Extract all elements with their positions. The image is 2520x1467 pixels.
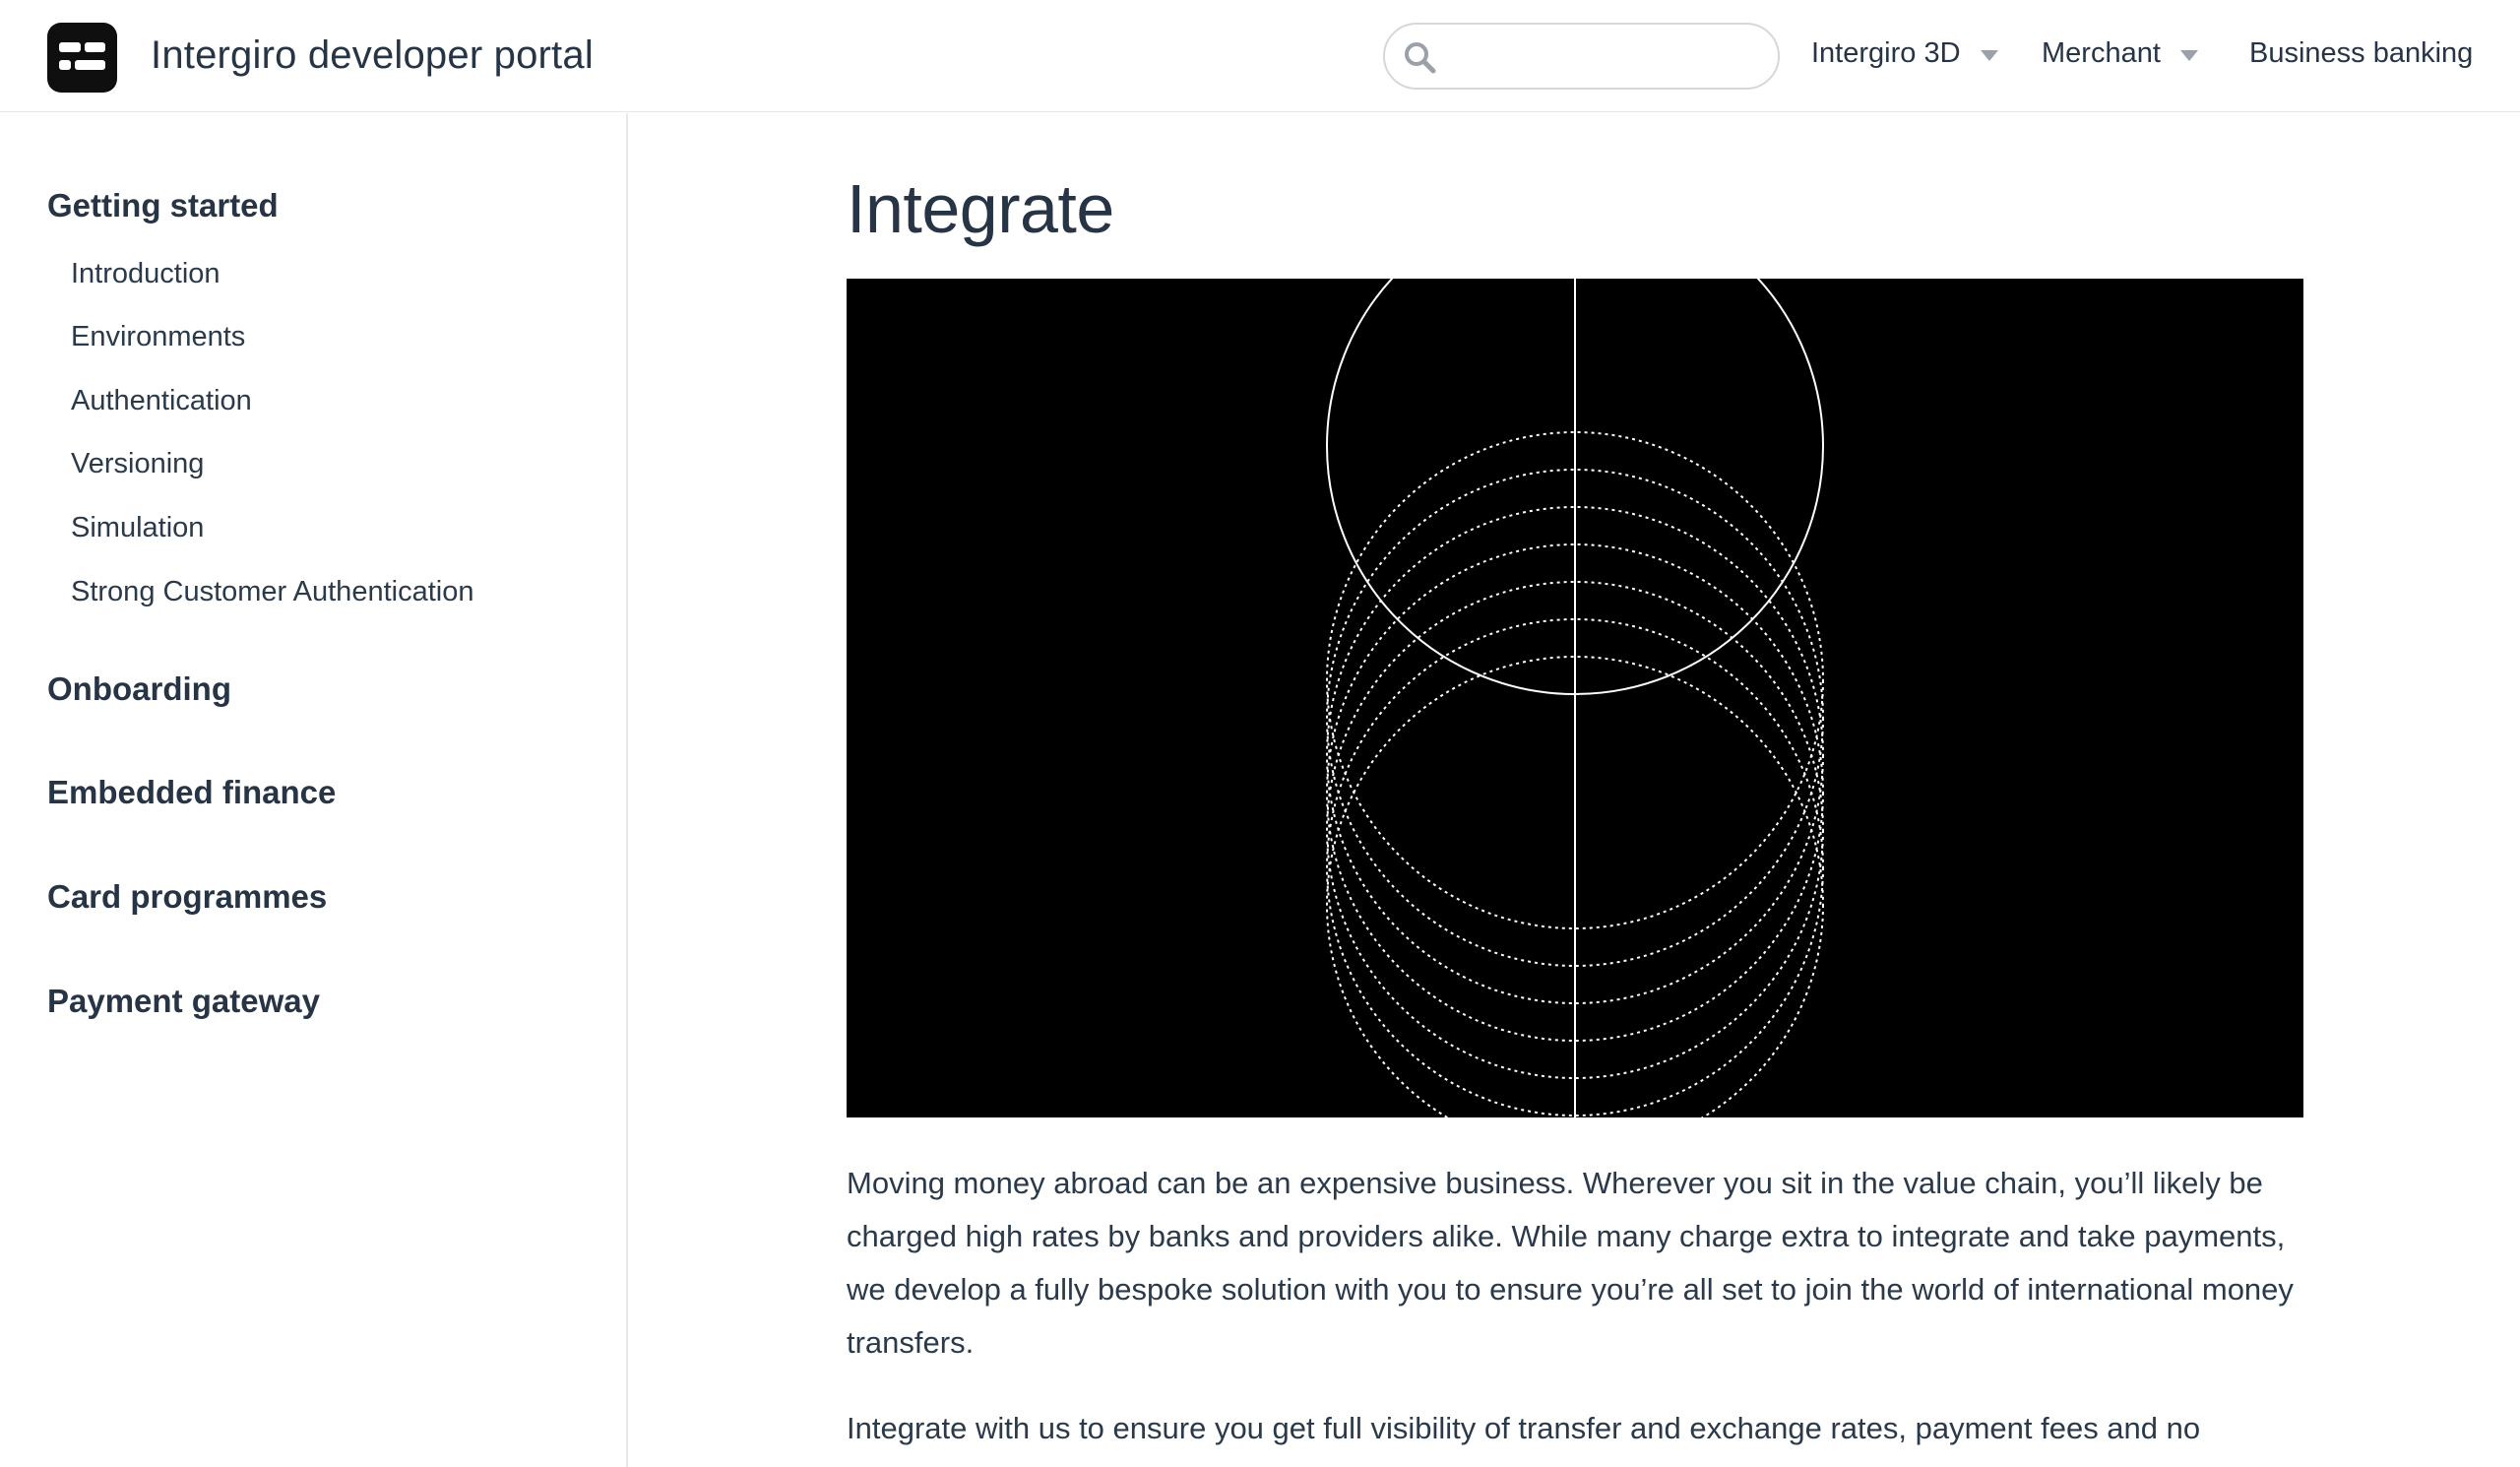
sidebar-item-versioning[interactable]: Versioning [71, 448, 204, 480]
nav-intergiro-3d-label: Intergiro 3D [1811, 37, 1961, 69]
sidebar-section-onboarding[interactable]: Onboarding [47, 670, 231, 708]
sidebar-item-strong-customer-authentication[interactable]: Strong Customer Authentication [71, 576, 473, 608]
sidebar-section-getting-started[interactable]: Getting started [47, 187, 279, 224]
sidebar-nav: Getting started Introduction Environment… [0, 113, 628, 1467]
sidebar-item-environments[interactable]: Environments [71, 321, 245, 353]
concentric-circles-graphic [1326, 279, 1824, 1117]
search-box[interactable] [1383, 23, 1780, 90]
intro-paragraph: Moving money abroad can be an expensive … [847, 1166, 2294, 1360]
sidebar-section-payment-gateway[interactable]: Payment gateway [47, 983, 320, 1020]
nav-business-banking[interactable]: Business banking [2249, 37, 2473, 70]
sidebar-item-introduction[interactable]: Introduction [71, 258, 220, 290]
search-icon [1405, 42, 1436, 74]
search-input[interactable] [1454, 36, 1759, 76]
chevron-down-icon [1980, 50, 1998, 61]
top-header: Intergiro developer portal Intergiro 3D … [0, 0, 2520, 112]
intergiro-logo-icon[interactable] [47, 23, 117, 93]
chevron-down-icon [2179, 50, 2198, 61]
second-paragraph: Integrate with us to ensure you get full… [847, 1411, 2201, 1445]
site-title[interactable]: Intergiro developer portal [151, 33, 594, 78]
nav-intergiro-3d[interactable]: Intergiro 3D [1811, 37, 1998, 70]
page-title: Integrate [847, 170, 1114, 247]
nav-merchant[interactable]: Merchant [2042, 37, 2198, 70]
sidebar-item-simulation[interactable]: Simulation [71, 512, 204, 544]
sidebar-section-embedded-finance[interactable]: Embedded finance [47, 774, 336, 811]
sidebar-item-authentication[interactable]: Authentication [71, 385, 252, 417]
nav-merchant-label: Merchant [2042, 37, 2161, 69]
hero-illustration [847, 279, 2303, 1117]
sidebar-section-card-programmes[interactable]: Card programmes [47, 878, 327, 916]
nav-business-banking-label: Business banking [2249, 37, 2474, 69]
